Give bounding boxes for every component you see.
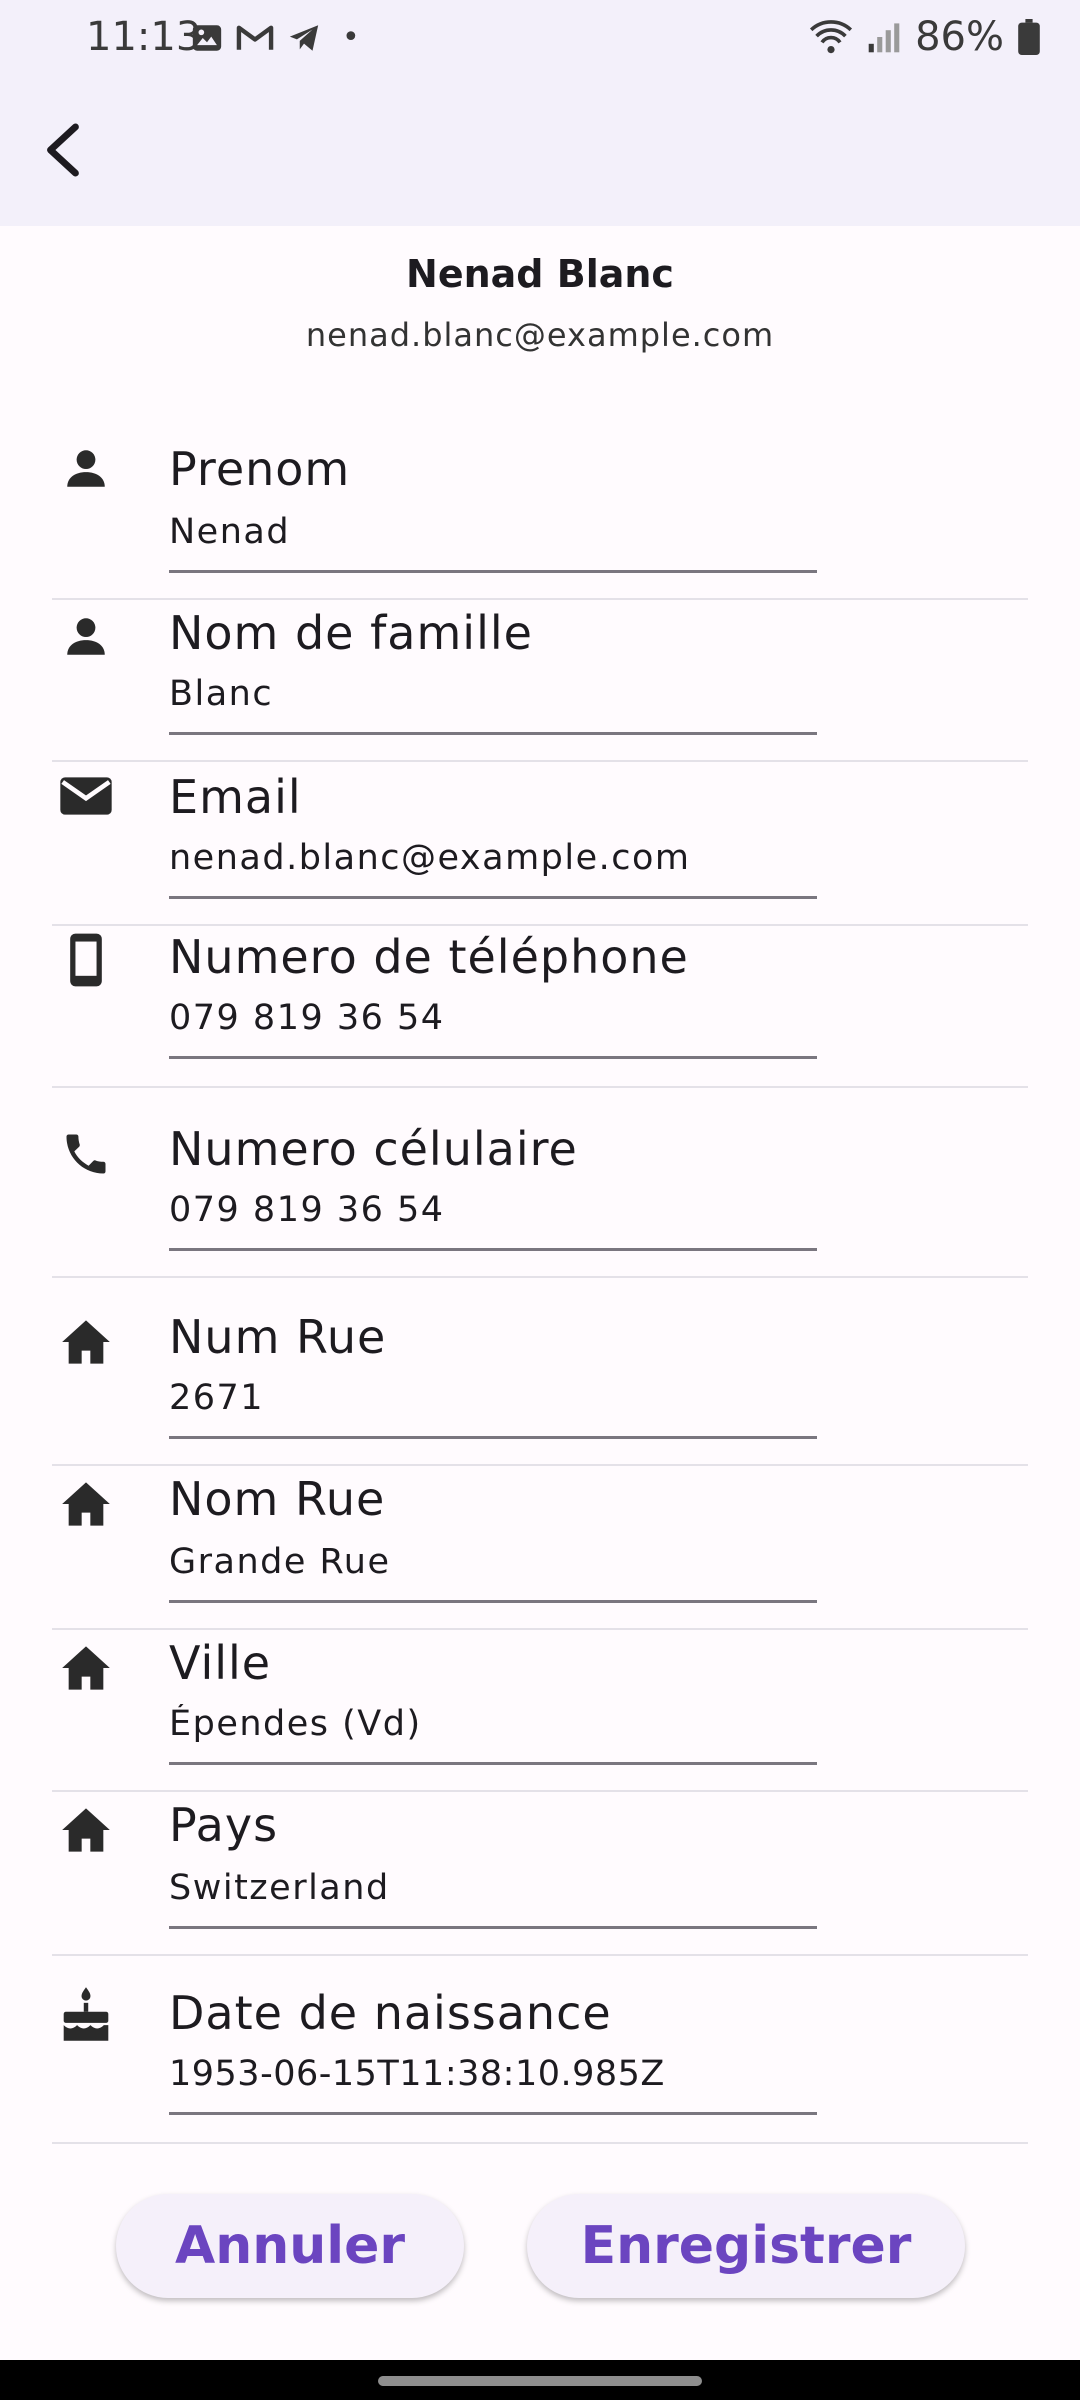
gmail-icon: [236, 25, 274, 50]
numero-telephone-field[interactable]: [169, 998, 817, 1059]
field-label: Nom Rue: [169, 1472, 386, 1526]
battery-level: 86%: [915, 14, 1004, 60]
pays-input[interactable]: [169, 1868, 817, 1908]
nom-de-famille-field[interactable]: [169, 674, 817, 735]
ville-input[interactable]: [169, 1704, 817, 1744]
field-label: Prenom: [169, 442, 351, 496]
field-row-numero-telephone: Numero de téléphone: [52, 924, 1028, 1088]
person-icon: [56, 438, 116, 498]
field-row-pays: Pays: [52, 1790, 1028, 1956]
ville-field[interactable]: [169, 1704, 817, 1765]
battery-icon: [1018, 19, 1040, 55]
home-gesture-handle[interactable]: [378, 2376, 702, 2386]
prenom-field[interactable]: [169, 512, 817, 573]
home-icon: [56, 1800, 116, 1860]
save-button[interactable]: Enregistrer: [527, 2194, 965, 2298]
field-label: Date de naissance: [169, 1986, 612, 2040]
status-dot: •: [342, 20, 360, 55]
field-row-date-de-naissance: Date de naissance: [52, 1954, 1028, 2144]
field-label: Email: [169, 770, 302, 824]
gallery-icon: [192, 24, 222, 51]
cancel-button[interactable]: Annuler: [116, 2194, 464, 2298]
status-bar: 11:13 • 86%: [0, 0, 1080, 76]
field-label: Numero célulaire: [169, 1122, 578, 1176]
signal-icon: [868, 23, 900, 53]
app-bar: [0, 76, 1080, 226]
system-nav-bar: [0, 2360, 1080, 2400]
status-time: 11:13: [86, 14, 202, 60]
numero-cellulaire-field[interactable]: [169, 1190, 817, 1251]
email-field[interactable]: [169, 838, 817, 899]
field-row-prenom: Prenom: [52, 420, 1028, 600]
field-label: Num Rue: [169, 1310, 387, 1364]
nom-de-famille-input[interactable]: [169, 674, 817, 714]
field-row-email: Email: [52, 760, 1028, 926]
home-icon: [56, 1312, 116, 1372]
field-label: Numero de téléphone: [169, 930, 689, 984]
numero-telephone-input[interactable]: [169, 998, 817, 1038]
numero-cellulaire-input[interactable]: [169, 1190, 817, 1230]
field-row-num-rue: Num Rue: [52, 1276, 1028, 1466]
field-row-numero-cellulaire: Numero célulaire: [52, 1086, 1028, 1278]
email-input[interactable]: [169, 838, 817, 878]
field-label: Ville: [169, 1636, 272, 1690]
system-icons: 86%: [809, 14, 1040, 60]
field-row-ville: Ville: [52, 1628, 1028, 1792]
date-de-naissance-field[interactable]: [169, 2054, 817, 2115]
nom-rue-input[interactable]: [169, 1542, 817, 1582]
telegram-icon: [289, 24, 319, 51]
prenom-input[interactable]: [169, 512, 817, 552]
nom-rue-field[interactable]: [169, 1542, 817, 1603]
mail-icon: [56, 766, 116, 826]
field-row-nom-de-famille: Nom de famille: [52, 598, 1028, 762]
back-button[interactable]: [30, 118, 94, 182]
phone-icon: [56, 1124, 116, 1184]
smartphone-icon: [56, 930, 116, 990]
notification-icons: •: [190, 20, 360, 55]
profile-email: nenad.blanc@example.com: [305, 316, 775, 354]
person-icon: [56, 606, 116, 666]
profile-name: Nenad Blanc: [406, 252, 674, 296]
home-icon: [56, 1474, 116, 1534]
pays-field[interactable]: [169, 1868, 817, 1929]
field-label: Nom de famille: [169, 606, 533, 660]
home-icon: [56, 1638, 116, 1698]
date-de-naissance-input[interactable]: [169, 2054, 817, 2094]
wifi-icon: [810, 20, 853, 54]
num-rue-input[interactable]: [169, 1378, 817, 1418]
cake-icon: [56, 1984, 116, 2044]
field-row-nom-rue: Nom Rue: [52, 1464, 1028, 1630]
num-rue-field[interactable]: [169, 1378, 817, 1439]
field-label: Pays: [169, 1798, 279, 1852]
back-arrow-icon: [47, 123, 79, 177]
